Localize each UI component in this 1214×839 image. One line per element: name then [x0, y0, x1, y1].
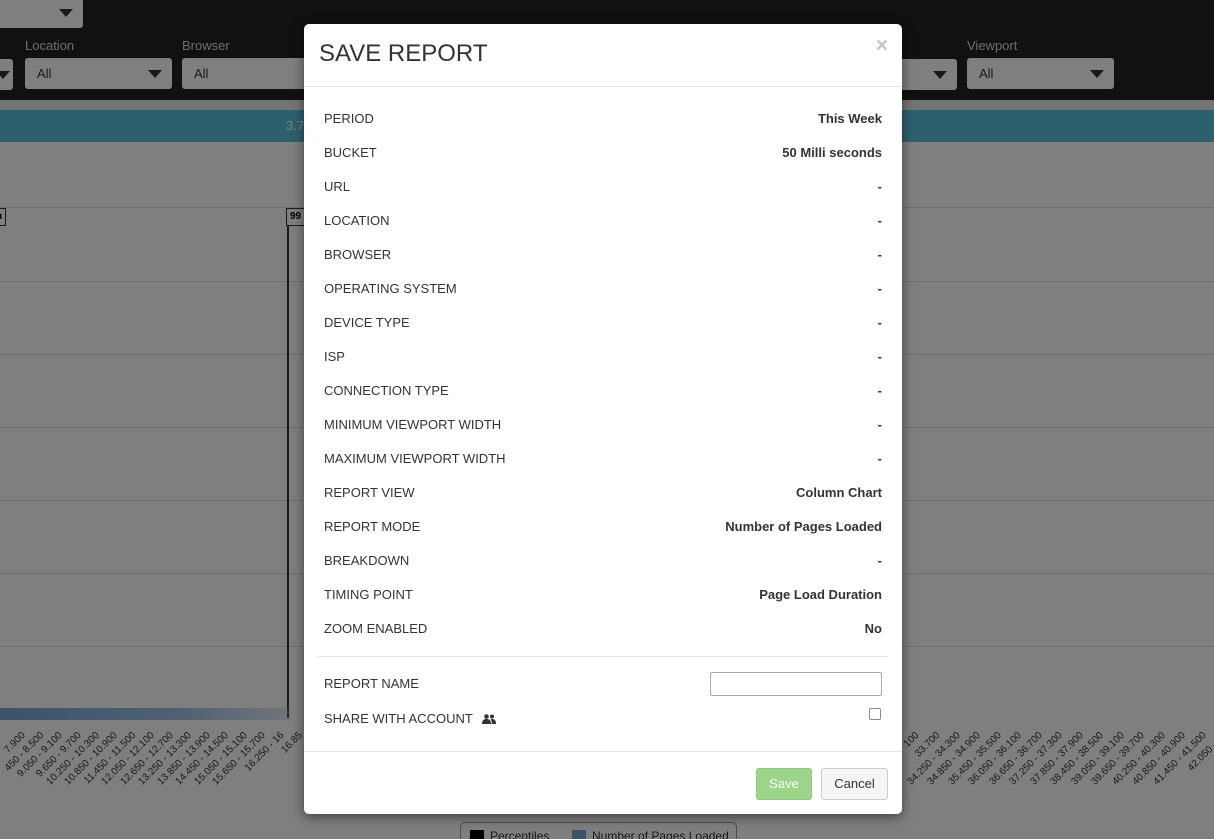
row-key: PERIOD: [324, 111, 374, 126]
row-key: TIMING POINT: [324, 587, 413, 602]
summary-row: CONNECTION TYPE -: [324, 373, 882, 407]
summary-row: TIMING POINT Page Load Duration: [324, 577, 882, 611]
summary-row: ZOOM ENABLED No: [324, 611, 882, 645]
row-value: -: [877, 315, 882, 330]
share-row: SHARE WITH ACCOUNT: [324, 708, 882, 730]
row-key: LOCATION: [324, 213, 390, 228]
row-key: ISP: [324, 349, 345, 364]
row-key: MAXIMUM VIEWPORT WIDTH: [324, 451, 506, 466]
summary-row: BROWSER -: [324, 237, 882, 271]
summary-row: MAXIMUM VIEWPORT WIDTH -: [324, 441, 882, 475]
row-value: 50 Milli seconds: [782, 145, 882, 160]
summary-row: ISP -: [324, 339, 882, 373]
report-name-input[interactable]: [710, 672, 882, 696]
row-key: DEVICE TYPE: [324, 315, 410, 330]
row-key: BUCKET: [324, 145, 377, 160]
modal-header: SAVE REPORT ×: [304, 24, 902, 87]
row-key: URL: [324, 179, 351, 194]
row-key: BREAKDOWN: [324, 553, 410, 568]
summary-row: MINIMUM VIEWPORT WIDTH -: [324, 407, 882, 441]
row-value: Column Chart: [796, 485, 882, 500]
row-value: -: [877, 349, 882, 364]
row-key: CONNECTION TYPE: [324, 383, 449, 398]
row-value: -: [877, 247, 882, 262]
row-value: -: [877, 179, 882, 194]
save-report-modal: SAVE REPORT × PERIOD This Week BUCKET 50 Mi…: [304, 24, 902, 814]
row-key: MINIMUM VIEWPORT WIDTH: [324, 417, 502, 432]
summary-row: OPERATING SYSTEM -: [324, 271, 882, 305]
row-key: ZOOM ENABLED: [324, 621, 428, 636]
row-value: -: [877, 213, 882, 228]
summary-row: LOCATION -: [324, 203, 882, 237]
summary-row: PERIOD This Week: [324, 101, 882, 135]
row-key: BROWSER: [324, 247, 392, 262]
row-key: OPERATING SYSTEM: [324, 281, 457, 296]
report-name-label: REPORT NAME: [324, 676, 419, 691]
row-key: REPORT VIEW: [324, 485, 415, 500]
row-value: -: [877, 451, 882, 466]
row-value: -: [877, 553, 882, 568]
summary-row: REPORT VIEW Column Chart: [324, 475, 882, 509]
row-value: No: [864, 621, 882, 636]
people-icon: [482, 712, 497, 727]
row-key: REPORT MODE: [324, 519, 421, 534]
close-icon[interactable]: ×: [876, 35, 888, 57]
summary-row: BUCKET 50 Milli seconds: [324, 135, 882, 169]
share-label: SHARE WITH ACCOUNT: [324, 711, 473, 726]
divider: [318, 656, 888, 657]
modal-title: SAVE REPORT: [319, 40, 488, 67]
summary-row: BREAKDOWN -: [324, 543, 882, 577]
row-value: -: [877, 281, 882, 296]
modal-footer: Save Cancel: [304, 751, 902, 814]
summary-row: REPORT MODE Number of Pages Loaded: [324, 509, 882, 543]
row-value: -: [877, 417, 882, 432]
report-summary-list: PERIOD This Week BUCKET 50 Milli seconds URL…: [324, 101, 882, 645]
cancel-button[interactable]: Cancel: [821, 768, 888, 800]
share-checkbox[interactable]: [869, 708, 881, 720]
row-value: Page Load Duration: [759, 587, 882, 602]
row-value: This Week: [817, 111, 882, 126]
row-value: -: [877, 383, 882, 398]
share-label-wrap: SHARE WITH ACCOUNT: [324, 711, 497, 727]
row-value: Number of Pages Loaded: [725, 519, 882, 534]
save-button[interactable]: Save: [756, 768, 812, 800]
report-name-row: REPORT NAME: [324, 672, 882, 698]
summary-row: URL -: [324, 169, 882, 203]
summary-row: DEVICE TYPE -: [324, 305, 882, 339]
